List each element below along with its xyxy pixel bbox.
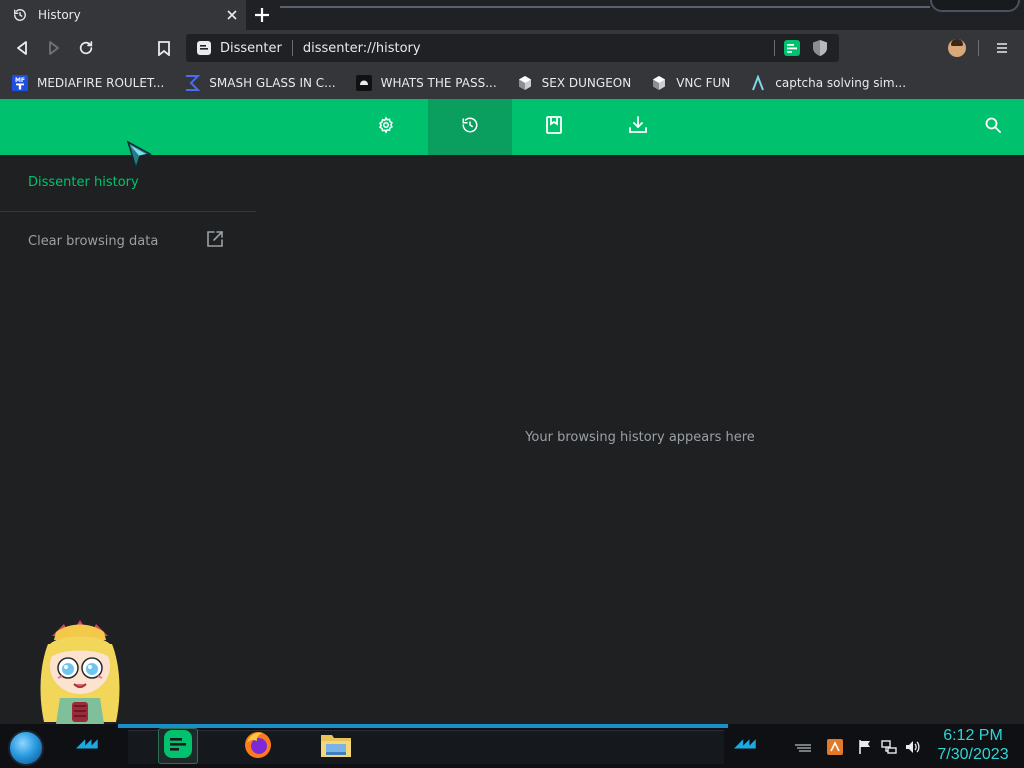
window-frame-line	[280, 6, 930, 8]
clock-date: 7/30/2023	[937, 746, 1009, 763]
tab-settings[interactable]	[344, 99, 428, 155]
menu-icon[interactable]	[992, 38, 1012, 58]
dissenter-header	[0, 99, 1024, 155]
back-button[interactable]	[12, 38, 32, 58]
sigma-icon	[184, 74, 201, 91]
taskbar-file-explorer-app[interactable]	[316, 728, 356, 764]
sidebar-divider	[0, 211, 256, 212]
tab-downloads[interactable]	[596, 99, 680, 155]
screen: History Dissenter dissenter://history MF…	[0, 0, 1024, 768]
bookmark-label: SMASH GLASS IN C...	[209, 75, 336, 90]
bookmarks-icon	[546, 116, 562, 138]
clear-browsing-data-link[interactable]: Clear browsing data	[28, 230, 224, 252]
bookmark-item[interactable]: SEX DUNGEON	[505, 71, 640, 95]
close-tab-icon[interactable]	[224, 7, 240, 23]
extension-separator	[774, 40, 775, 56]
volume-icon[interactable]	[904, 738, 922, 756]
profile-avatar[interactable]	[948, 39, 966, 57]
dissenter-icon	[164, 730, 192, 762]
new-tab-button[interactable]	[251, 4, 273, 26]
flag-icon[interactable]	[856, 738, 874, 756]
taskbar-dissenter-app[interactable]	[158, 728, 198, 764]
window-frame-decoration	[930, 0, 1020, 12]
tab-bookmarks[interactable]	[512, 99, 596, 155]
bookmark-label: captcha solving sim...	[775, 75, 907, 90]
taskbar-clock[interactable]: 6:12 PM 7/30/2023	[930, 727, 1016, 765]
search-button[interactable]	[980, 114, 1006, 140]
dissenter-extension-icon[interactable]	[783, 39, 801, 57]
toolbar-separator	[978, 40, 979, 56]
clear-browsing-data-label: Clear browsing data	[28, 233, 159, 249]
taskbar-decoration-left: ◢◢◢	[76, 736, 98, 750]
shield-icon[interactable]	[811, 39, 829, 57]
bookmark-item[interactable]: MF MEDIAFIRE ROULET...	[0, 71, 172, 95]
bookmark-item[interactable]: captcha solving sim...	[738, 71, 914, 95]
history-icon	[12, 7, 28, 23]
bookmark-item[interactable]: VNC FUN	[639, 71, 738, 95]
taskbar-accent-strip	[118, 724, 728, 728]
taskbar-firefox-app[interactable]	[238, 728, 278, 764]
search-icon	[985, 117, 1001, 137]
url-text[interactable]: dissenter://history	[303, 41, 774, 56]
bookmark-item[interactable]: SMASH GLASS IN C...	[172, 71, 343, 95]
sidebar-title: Dissenter history	[28, 175, 139, 190]
mediafire-icon: MF	[12, 74, 28, 91]
tab-strip: History	[0, 0, 1024, 30]
history-icon	[461, 116, 479, 138]
tab-title: History	[38, 8, 81, 22]
reload-button[interactable]	[76, 38, 96, 58]
bookmark-item[interactable]: WHATS THE PASS...	[344, 71, 505, 95]
address-bar[interactable]: Dissenter dissenter://history	[186, 34, 839, 62]
cube-icon	[651, 75, 667, 91]
tray-app-icon[interactable]	[826, 738, 844, 756]
external-link-icon	[206, 230, 224, 252]
start-button[interactable]	[8, 730, 44, 766]
desktop-mascot-image	[30, 614, 130, 726]
taskbar-decoration-right: ◢◢◢	[734, 736, 756, 750]
mouse-cursor	[126, 140, 153, 174]
lambda-icon	[750, 74, 766, 91]
bookmarks-bar: MF MEDIAFIRE ROULET... SMASH GLASS IN C.…	[0, 66, 1024, 99]
network-icon[interactable]	[880, 738, 898, 756]
tab-history[interactable]	[428, 99, 512, 155]
bookmark-label: SEX DUNGEON	[541, 75, 632, 90]
tab-history[interactable]: History	[0, 0, 246, 30]
clock-time: 6:12 PM	[943, 727, 1003, 744]
bookmark-label: WHATS THE PASS...	[380, 75, 497, 90]
show-hidden-icons-icon[interactable]	[794, 738, 812, 756]
empty-history-message: Your browsing history appears here	[525, 430, 755, 445]
folder-icon	[320, 730, 352, 762]
omnibox-separator	[291, 40, 293, 56]
taskbar-apps-area	[128, 730, 724, 764]
bookmark-page-button[interactable]	[154, 38, 174, 58]
forward-button[interactable]	[44, 38, 64, 58]
firefox-icon	[243, 729, 273, 763]
discord-icon	[355, 74, 372, 91]
download-icon	[629, 116, 647, 138]
bookmark-label: MEDIAFIRE ROULET...	[37, 75, 165, 90]
site-name: Dissenter	[220, 40, 282, 56]
bookmark-label: VNC FUN	[676, 75, 731, 90]
dissenter-icon	[196, 40, 212, 56]
browser-toolbar: Dissenter dissenter://history	[0, 30, 1024, 66]
gear-icon	[377, 116, 395, 138]
cube-icon	[517, 75, 533, 91]
svg-text:MF: MF	[15, 77, 25, 84]
